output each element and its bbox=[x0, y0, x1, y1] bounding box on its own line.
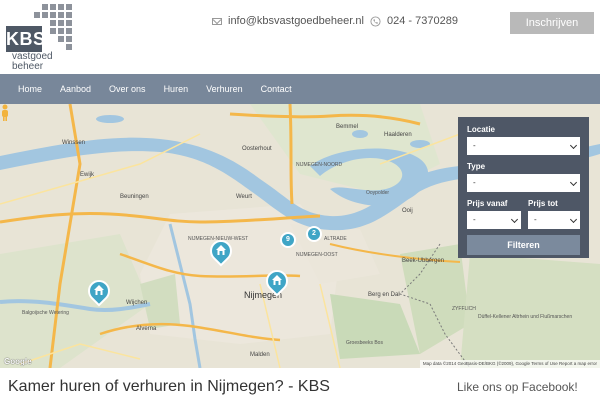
page-title: Kamer huren of verhuren in Nijmegen? - K… bbox=[8, 378, 330, 395]
kbs-logo[interactable]: KBS vastgoed beheer bbox=[6, 4, 76, 72]
contact-email[interactable]: info@kbsvastgoedbeheer.nl bbox=[212, 15, 364, 27]
map-pin[interactable] bbox=[205, 235, 237, 268]
phone-text: 024 - 7370289 bbox=[387, 15, 458, 27]
map-label-haalderen: Haalderen bbox=[384, 132, 412, 138]
type-label: Type bbox=[467, 162, 486, 171]
type-select[interactable]: - bbox=[467, 174, 580, 192]
pegman-icon[interactable] bbox=[0, 104, 10, 122]
map-label-altrade: ALTRADE bbox=[324, 236, 347, 242]
map-cluster-badge[interactable]: 9 bbox=[280, 232, 296, 248]
house-icon bbox=[272, 275, 282, 285]
map-label-duffel: Düffel-Kellener Altrhein und Flußmarsche… bbox=[478, 314, 573, 320]
map-label-groesbeek: Groesbeeks Bos bbox=[346, 340, 383, 346]
map-label-ooypolder: Ooypolder bbox=[366, 190, 390, 196]
map-label-balgoijen: Balgoijsche Wetering bbox=[22, 310, 69, 316]
map-label-beek: Beek-Ubbergen bbox=[402, 258, 445, 264]
phone-icon bbox=[370, 15, 381, 27]
map-label-ooij: Ooij bbox=[402, 208, 413, 214]
main-nav: Home Aanbod Over ons Huren Verhuren Cont… bbox=[0, 74, 600, 104]
chevron-down-icon bbox=[510, 215, 519, 224]
map-label-oosterhout: Oosterhout bbox=[242, 146, 272, 152]
map-label-alverna: Alverna bbox=[136, 326, 157, 332]
nav-item-over-ons[interactable]: Over ons bbox=[100, 74, 155, 104]
logo-line2: beheer bbox=[12, 61, 44, 72]
logo-abbr: KBS bbox=[6, 26, 45, 52]
nav-item-home[interactable]: Home bbox=[0, 74, 51, 104]
email-text: info@kbsvastgoedbeheer.nl bbox=[228, 15, 364, 27]
filter-panel: Locatie - Type - Prijs vanaf - Prijs tot… bbox=[458, 117, 589, 258]
envelope-icon bbox=[212, 17, 222, 25]
map-label-nijmegen-noord: NIJMEGEN-NOORD bbox=[296, 162, 343, 168]
map-label-beuningen: Beuningen bbox=[120, 194, 149, 200]
map-pin[interactable] bbox=[261, 265, 293, 298]
nav-item-huren[interactable]: Huren bbox=[155, 74, 198, 104]
prijs-tot-select[interactable]: - bbox=[528, 211, 580, 229]
prijs-tot-label: Prijs tot bbox=[528, 199, 558, 208]
map-label-wijchen: Wijchen bbox=[126, 300, 148, 306]
chevron-down-icon bbox=[569, 215, 578, 224]
map-label-malden: Malden bbox=[250, 352, 270, 358]
map-label-winssen: Winssen bbox=[62, 140, 86, 146]
chevron-down-icon bbox=[569, 178, 578, 187]
type-value: - bbox=[473, 178, 476, 187]
map-label-nijmegen-oost: NIJMEGEN-OOST bbox=[296, 252, 338, 258]
house-icon bbox=[216, 245, 226, 255]
house-icon bbox=[94, 285, 104, 295]
map-label-ewijk: Ewijk bbox=[80, 172, 95, 178]
prijs-vanaf-select[interactable]: - bbox=[467, 211, 521, 229]
map-cluster-badge[interactable]: 2 bbox=[306, 226, 322, 242]
map-label-weurt: Weurt bbox=[236, 194, 252, 200]
locatie-label: Locatie bbox=[467, 125, 496, 134]
map-label-zyfflich: ZYFFLICH bbox=[452, 306, 476, 312]
locatie-value: - bbox=[473, 141, 476, 150]
nav-item-contact[interactable]: Contact bbox=[252, 74, 301, 104]
prijs-vanaf-value: - bbox=[473, 215, 476, 224]
map-pin[interactable] bbox=[83, 275, 115, 308]
filter-button[interactable]: Filteren bbox=[467, 235, 580, 255]
facebook-like-link[interactable]: Like ons op Facebook! bbox=[457, 380, 578, 394]
prijs-vanaf-label: Prijs vanaf bbox=[467, 199, 508, 208]
site-header: KBS vastgoed beheer info@kbsvastgoedbehe… bbox=[0, 0, 600, 74]
nav-item-aanbod[interactable]: Aanbod bbox=[51, 74, 100, 104]
nav-item-verhuren[interactable]: Verhuren bbox=[197, 74, 252, 104]
map-label-bemmel: Bemmel bbox=[336, 124, 359, 130]
google-logo: Google bbox=[4, 357, 32, 366]
map-label-berg-en-dal: Berg en Dal bbox=[368, 292, 400, 298]
signup-button[interactable]: Inschrijven bbox=[510, 12, 594, 34]
chevron-down-icon bbox=[569, 141, 578, 150]
map-attribution[interactable]: Map data ©2014 GeoBasis-DE/BKG (©2009), … bbox=[419, 360, 600, 368]
prijs-tot-value: - bbox=[534, 215, 537, 224]
locatie-select[interactable]: - bbox=[467, 137, 580, 155]
contact-phone[interactable]: 024 - 7370289 bbox=[370, 15, 458, 27]
